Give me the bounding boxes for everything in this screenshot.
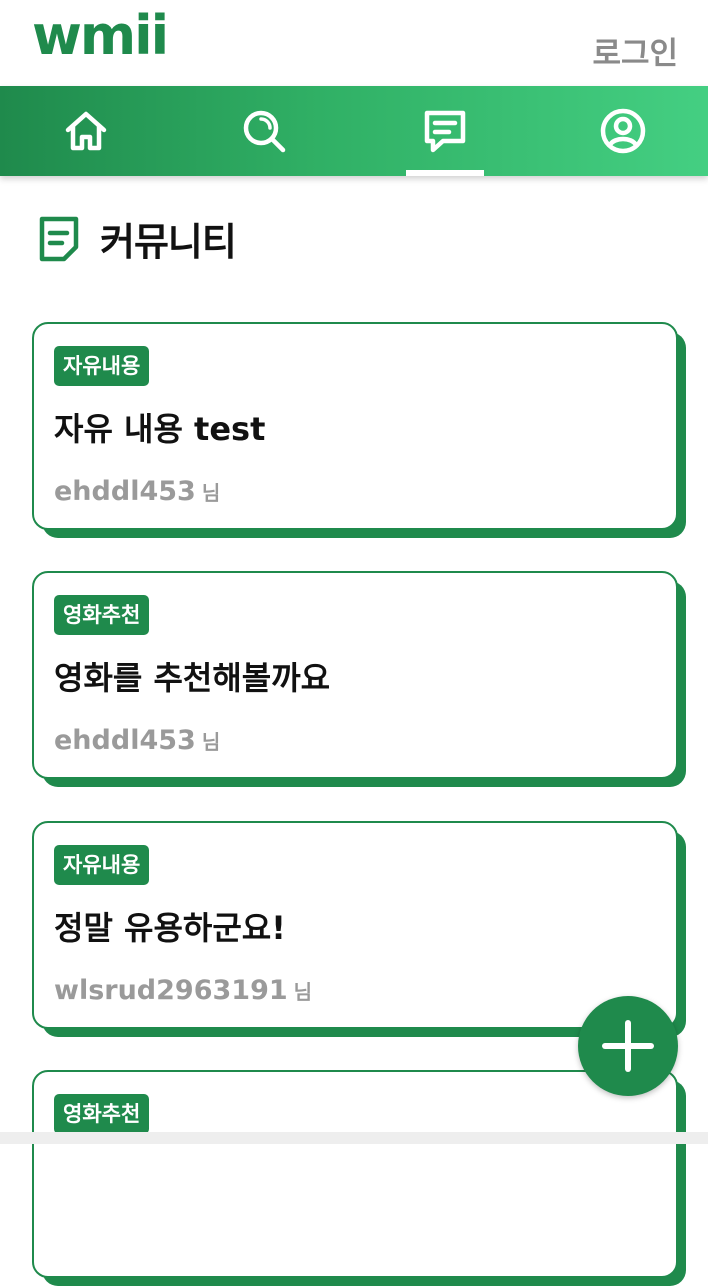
- community-icon: [424, 110, 466, 153]
- create-post-button[interactable]: [578, 996, 678, 1096]
- post-author: ehddl453 님: [54, 723, 220, 762]
- page-header: 커뮤니티: [34, 210, 237, 266]
- card-body: 자유내용 자유 내용 test ehddl453 님: [32, 322, 678, 530]
- post-title: 영화를 추천해볼까요: [54, 659, 331, 697]
- community-note-icon: [39, 216, 79, 262]
- author-suffix: 님: [293, 980, 313, 1004]
- nav-profile[interactable]: [563, 86, 683, 176]
- card-body: 자유내용 정말 유용하군요! wlsrud2963191 님: [32, 821, 678, 1029]
- category-badge: 자유내용: [54, 845, 150, 885]
- post-title: 정말 유용하군요!: [54, 909, 286, 947]
- author-name: ehddl453: [54, 476, 196, 507]
- author-name: ehddl453: [54, 725, 196, 756]
- app-logo[interactable]: wmii: [32, 4, 169, 68]
- profile-icon: [600, 108, 646, 154]
- post-author: [54, 1222, 60, 1261]
- post-card[interactable]: 영화추천 영화를 추천해볼까요 ehddl453 님: [32, 571, 686, 787]
- author-suffix: 님: [201, 730, 221, 754]
- author-suffix: 님: [201, 481, 221, 505]
- category-badge: 자유내용: [54, 346, 150, 386]
- page-title: 커뮤니티: [100, 219, 237, 264]
- search-icon: [243, 110, 286, 153]
- post-author: wlsrud2963191 님: [54, 973, 312, 1012]
- card-body: 영화추천 영화를 추천해볼까요 ehddl453 님: [32, 571, 678, 779]
- active-tab-indicator: [406, 170, 484, 176]
- home-icon: [65, 111, 107, 151]
- author-name: wlsrud2963191: [54, 975, 288, 1006]
- card-body: 영화추천: [32, 1070, 678, 1278]
- login-link[interactable]: 로그인: [592, 34, 678, 74]
- plus-icon: [602, 1020, 654, 1072]
- post-title: 자유 내용 test: [54, 410, 266, 448]
- post-author: ehddl453 님: [54, 474, 220, 513]
- post-card[interactable]: 영화추천: [32, 1070, 686, 1286]
- post-card[interactable]: 자유내용 정말 유용하군요! wlsrud2963191 님: [32, 821, 686, 1037]
- nav-home[interactable]: [26, 86, 146, 176]
- nav-search[interactable]: [204, 86, 324, 176]
- bottom-edge: [0, 1132, 708, 1144]
- nav-community[interactable]: [385, 86, 505, 176]
- post-card[interactable]: 자유내용 자유 내용 test ehddl453 님: [32, 322, 686, 538]
- category-badge: 영화추천: [54, 595, 150, 635]
- app-header: wmii 로그인: [0, 0, 708, 86]
- category-badge: 영화추천: [54, 1094, 150, 1134]
- main-nav: [0, 86, 708, 176]
